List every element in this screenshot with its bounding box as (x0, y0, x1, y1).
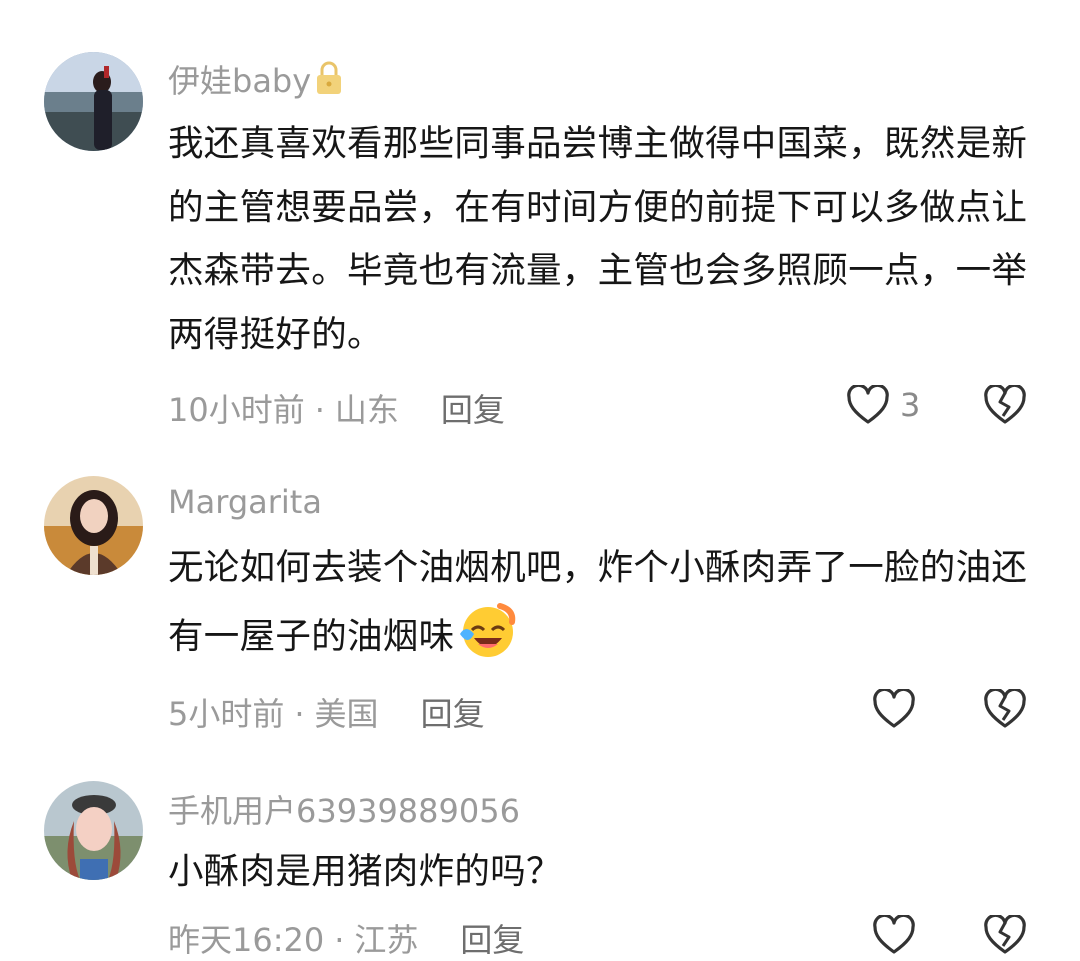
comment-time: 5小时前 (168, 695, 285, 733)
like-button[interactable] (872, 915, 926, 955)
heart-outline-icon (847, 385, 889, 424)
separator: · (334, 921, 345, 959)
comment-meta: 5小时前 · 美国 回复 (168, 689, 485, 735)
like-button[interactable] (872, 689, 926, 729)
broken-heart-outline-icon (984, 913, 1026, 954)
broken-heart-outline-icon (984, 687, 1026, 728)
heart-outline-icon (873, 915, 915, 954)
like-count: 3 (900, 386, 921, 424)
username[interactable]: Margarita (168, 483, 322, 521)
reply-button[interactable]: 回复 (441, 391, 505, 429)
avatar[interactable] (44, 781, 143, 880)
comment-location: 美国 (314, 695, 379, 733)
comment-meta: 昨天16:20 · 江苏 回复 (168, 915, 524, 961)
comment-meta: 10小时前 · 山东 回复 (168, 385, 505, 431)
comment-text: 小酥肉是用猪肉炸的吗？ (168, 851, 562, 892)
dislike-button[interactable] (983, 913, 1027, 959)
avatar[interactable] (44, 476, 143, 575)
comment-text: 无论如何去装个油烟机吧，炸个小酥肉弄了一脸的油还有一屋子的油烟味 (168, 536, 1033, 680)
lock-icon (313, 60, 345, 104)
separator: · (314, 391, 325, 429)
reply-button[interactable]: 回复 (421, 695, 485, 733)
comment-location: 山东 (334, 391, 399, 429)
username[interactable]: 手机用户63939889056 (168, 786, 520, 832)
laughing-tears-emoji-icon (456, 600, 518, 681)
comment-time: 10小时前 (168, 391, 305, 429)
username[interactable]: 伊娃baby (168, 56, 345, 104)
comment-time: 昨天16:20 (168, 921, 325, 959)
avatar[interactable] (44, 52, 143, 151)
reply-button[interactable]: 回复 (460, 921, 524, 959)
separator: · (294, 695, 305, 733)
heart-outline-icon (873, 689, 915, 728)
dislike-button[interactable] (983, 383, 1027, 429)
broken-heart-outline-icon (984, 383, 1026, 424)
like-button[interactable]: 3 (846, 385, 920, 425)
comment-text: 我还真喜欢看那些同事品尝博主做得中国菜，既然是新的主管想要品尝，在有时间方便的前… (168, 123, 1028, 355)
comment-location: 江苏 (354, 921, 419, 959)
dislike-button[interactable] (983, 687, 1027, 733)
